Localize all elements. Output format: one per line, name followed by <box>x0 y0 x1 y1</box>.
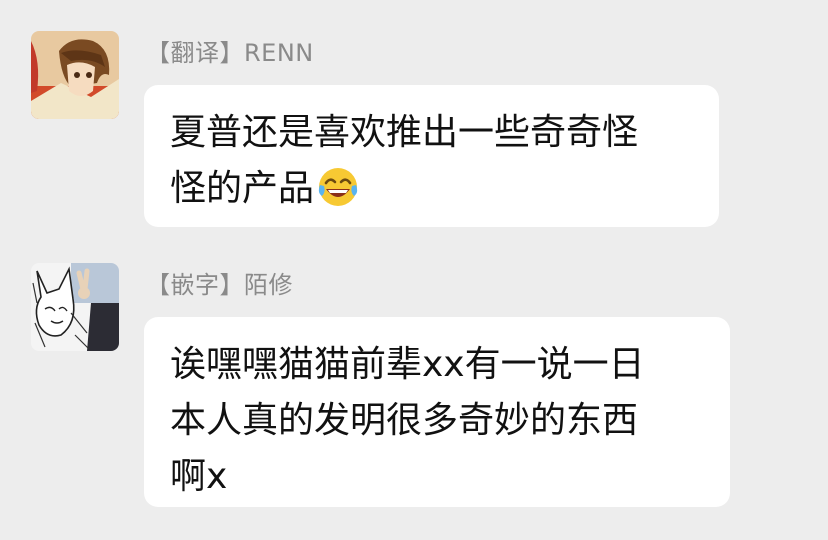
message-bubble[interactable]: 诶嘿嘿猫猫前辈xx有一说一日 本人真的发明很多奇妙的东西 啊x <box>144 317 730 507</box>
sketch-cat-avatar-icon <box>31 263 119 351</box>
message-bubble[interactable]: 夏普还是喜欢推出一些奇奇怪 怪的产品 <box>144 85 719 227</box>
laughing-crying-emoji-icon <box>316 165 360 209</box>
chat-message: 【嵌字】陌修 诶嘿嘿猫猫前辈xx有一说一日 本人真的发明很多奇妙的东西 啊x <box>0 240 828 540</box>
message-line: 夏普还是喜欢推出一些奇奇怪 <box>170 112 639 153</box>
sender-name: 【嵌字】陌修 <box>146 271 293 299</box>
anime-boy-avatar-icon <box>31 31 119 119</box>
message-line-text: 怪的产品 <box>170 168 315 209</box>
sender-name: 【翻译】RENN <box>146 39 314 67</box>
avatar[interactable] <box>31 263 119 351</box>
avatar[interactable] <box>31 31 119 119</box>
message-line: 本人真的发明很多奇妙的东西 <box>170 400 639 441</box>
message-line-with-emoji: 怪的产品 <box>170 161 693 217</box>
message-line: 啊x <box>170 456 228 497</box>
message-line: 诶嘿嘿猫猫前辈xx有一说一日 <box>170 344 645 385</box>
chat-message: 【翻译】RENN 夏普还是喜欢推出一些奇奇怪 怪的产品 <box>0 0 828 240</box>
